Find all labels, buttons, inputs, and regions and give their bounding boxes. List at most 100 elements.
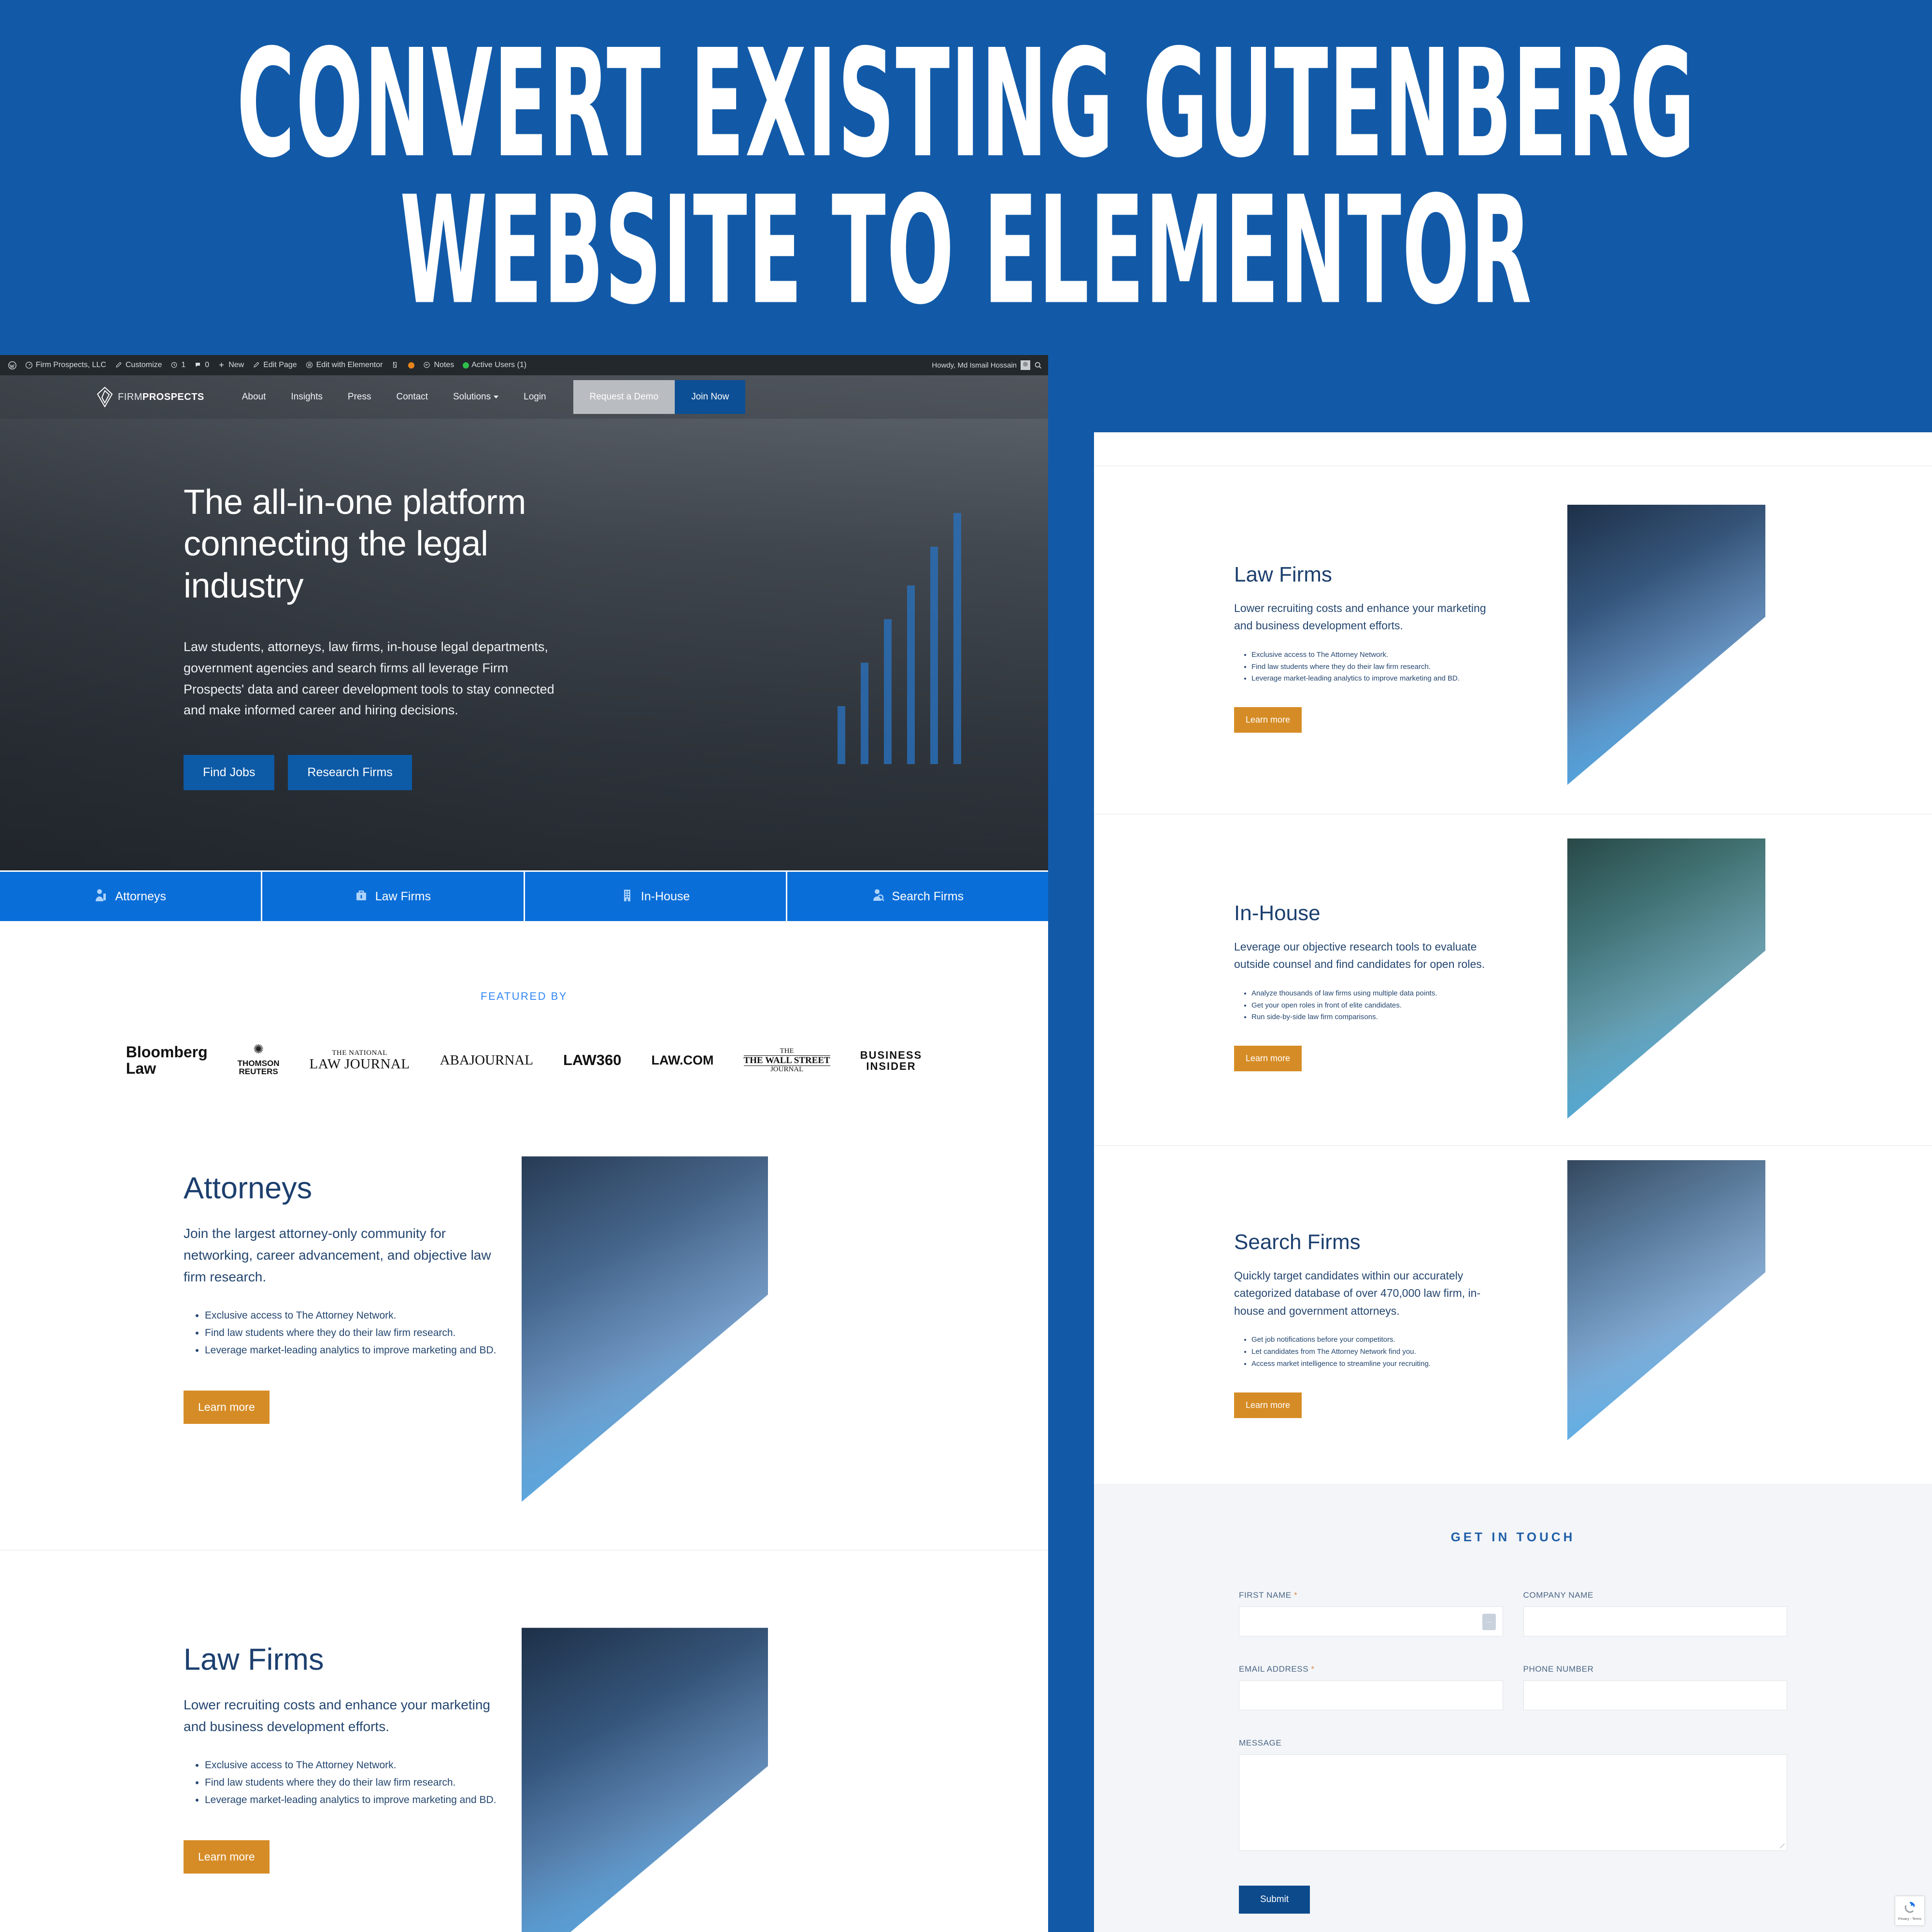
first-name-input[interactable]: ⋯ — [1239, 1606, 1503, 1636]
search-icon[interactable] — [1034, 361, 1042, 369]
nav-link-insights[interactable]: Insights — [278, 392, 335, 402]
email-label: EMAIL ADDRESS * — [1239, 1664, 1503, 1674]
photo-tint-overlay — [1567, 505, 1765, 785]
nav-link-contact[interactable]: Contact — [384, 392, 440, 402]
required-asterisk: * — [1311, 1664, 1315, 1674]
section-heading: Law Firms — [1234, 563, 1332, 586]
research-firms-button[interactable]: Research Firms — [288, 755, 412, 791]
wp-logo-button[interactable] — [4, 355, 21, 375]
dashboard-icon — [25, 361, 33, 369]
nav-link-solutions[interactable]: Solutions — [440, 392, 511, 402]
revision-count: 1 — [181, 361, 186, 369]
logo-thin: FIRM — [118, 391, 142, 402]
company-name-input[interactable] — [1523, 1606, 1787, 1636]
banner: Convert Existing Gutenberg Website to El… — [0, 0, 1932, 355]
hero-copy: The all-in-one platform connecting the l… — [0, 419, 570, 791]
adminbar-edit-elementor[interactable]: Edit with Elementor — [301, 355, 387, 375]
edit-icon — [253, 361, 261, 369]
tab-attorneys[interactable]: Attorneys — [0, 872, 263, 921]
press-logo-law-com: LAW.COM — [652, 1053, 714, 1067]
message-textarea[interactable] — [1239, 1754, 1787, 1851]
adminbar-edit-page[interactable]: Edit Page — [248, 355, 301, 375]
section-image-law-firms — [522, 1628, 768, 1932]
adminbar-site-name[interactable]: Firm Prospects, LLC — [21, 355, 111, 375]
nav-link-press[interactable]: Press — [335, 392, 384, 402]
person-icon — [95, 888, 107, 906]
request-demo-button[interactable]: Request a Demo — [573, 380, 675, 414]
howdy-label[interactable]: Howdy, Md Ismail Hossain — [932, 361, 1017, 369]
learn-more-button[interactable]: Learn more — [184, 1840, 270, 1874]
logo-line-1: THOMSON — [237, 1058, 280, 1068]
logo-line-1: LAW.COM — [651, 1053, 714, 1068]
list-item: Leverage market-leading analytics to imp… — [205, 1792, 512, 1808]
avatar[interactable] — [1021, 360, 1030, 370]
submit-button[interactable]: Submit — [1239, 1886, 1310, 1914]
section-image-attorneys — [522, 1156, 768, 1502]
contact-form-section: GET IN TOUCH FIRST NAME * ⋯ COMPANY NAME… — [1094, 1484, 1932, 1932]
press-logo-law360: LAW360 — [563, 1052, 622, 1068]
section-image-search-firms — [1567, 1160, 1765, 1440]
elementor-icon — [306, 361, 314, 369]
hero-button-group: Find Jobs Research Firms — [184, 755, 570, 791]
briefcase-icon — [355, 888, 368, 906]
list-item: Access market intelligence to streamline… — [1251, 1358, 1505, 1370]
comment-count: 0 — [205, 361, 210, 369]
field-email: EMAIL ADDRESS * — [1239, 1664, 1503, 1710]
adminbar-notes[interactable]: Notes — [419, 355, 458, 375]
press-logo-business-insider: BUSINESS INSIDER — [860, 1049, 922, 1071]
section-paragraph: Quickly target candidates within our acc… — [1234, 1269, 1481, 1317]
adminbar-new[interactable]: New — [213, 355, 248, 375]
comment-icon — [194, 361, 202, 369]
featured-by-section: FEATURED BY Bloomberg Law ✺ THOMSON REUT… — [0, 923, 1048, 1077]
list-item: Exclusive access to The Attorney Network… — [205, 1757, 512, 1774]
tab-law-firms[interactable]: Law Firms — [262, 872, 525, 921]
learn-more-button[interactable]: Learn more — [184, 1390, 270, 1424]
site-logo-text: FIRMPROSPECTS — [118, 392, 204, 403]
section-heading: In-House — [1234, 901, 1321, 925]
list-item: Get job notifications before your compet… — [1251, 1334, 1505, 1346]
phone-input[interactable] — [1523, 1680, 1787, 1710]
autofill-icon[interactable]: ⋯ — [1482, 1614, 1496, 1630]
phone-label: PHONE NUMBER — [1523, 1664, 1594, 1674]
tab-search-firms[interactable]: Search Firms — [787, 872, 1048, 921]
section-heading: Law Firms — [184, 1643, 324, 1677]
photo-tint-overlay — [522, 1628, 768, 1932]
orange-status-dot-icon — [408, 362, 415, 369]
nav-link-about[interactable]: About — [229, 392, 279, 402]
first-name-label: FIRST NAME * — [1239, 1591, 1503, 1600]
adminbar-plugin-icon[interactable] — [387, 355, 404, 375]
find-jobs-button[interactable]: Find Jobs — [184, 755, 275, 791]
section-bullet-list: Analyze thousands of law firms using mul… — [1234, 988, 1505, 1024]
site-name-label: Firm Prospects, LLC — [36, 361, 106, 369]
recaptcha-badge[interactable]: Privacy - Terms — [1895, 1896, 1924, 1925]
adminbar-active-users[interactable]: Active Users (1) — [458, 355, 531, 375]
join-now-button[interactable]: Join Now — [675, 380, 746, 414]
left-screenshot-panel: Firm Prospects, LLC Customize 1 0 New Ed… — [0, 355, 1048, 1932]
rsection-in-house: In-House Leverage our objective research… — [1094, 838, 1932, 1119]
learn-more-button[interactable]: Learn more — [1234, 1046, 1302, 1072]
wp-admin-bar: Firm Prospects, LLC Customize 1 0 New Ed… — [0, 355, 1048, 375]
plus-icon — [218, 361, 226, 369]
hero-heading: The all-in-one platform connecting the l… — [184, 483, 526, 605]
person-search-icon — [872, 888, 884, 906]
notes-label: Notes — [434, 361, 455, 369]
adminbar-comments[interactable]: 0 — [190, 355, 213, 375]
list-item: Find law students where they do their la… — [1251, 661, 1505, 673]
new-label: New — [228, 361, 244, 369]
logo-line-2: REUTERS — [239, 1067, 278, 1077]
notes-icon — [423, 361, 431, 369]
form-row-1: FIRST NAME * ⋯ COMPANY NAME — [1239, 1591, 1787, 1636]
firm-prospects-diamond-icon — [97, 386, 113, 408]
nav-link-login[interactable]: Login — [511, 392, 559, 402]
thomson-reuters-mark-icon: ✺ — [253, 1042, 264, 1056]
adminbar-revisions[interactable]: 1 — [166, 355, 190, 375]
form-row-2: EMAIL ADDRESS * PHONE NUMBER — [1239, 1664, 1787, 1710]
email-input[interactable] — [1239, 1680, 1503, 1710]
adminbar-status-dot[interactable] — [404, 355, 419, 375]
adminbar-customize[interactable]: Customize — [111, 355, 167, 375]
tab-in-house[interactable]: In-House — [525, 872, 787, 921]
learn-more-button[interactable]: Learn more — [1234, 1392, 1302, 1418]
press-logo-wall-street-journal: THE THE WALL STREET JOURNAL — [743, 1047, 830, 1073]
learn-more-button[interactable]: Learn more — [1234, 707, 1302, 733]
site-logo[interactable]: FIRMPROSPECTS — [97, 386, 204, 408]
